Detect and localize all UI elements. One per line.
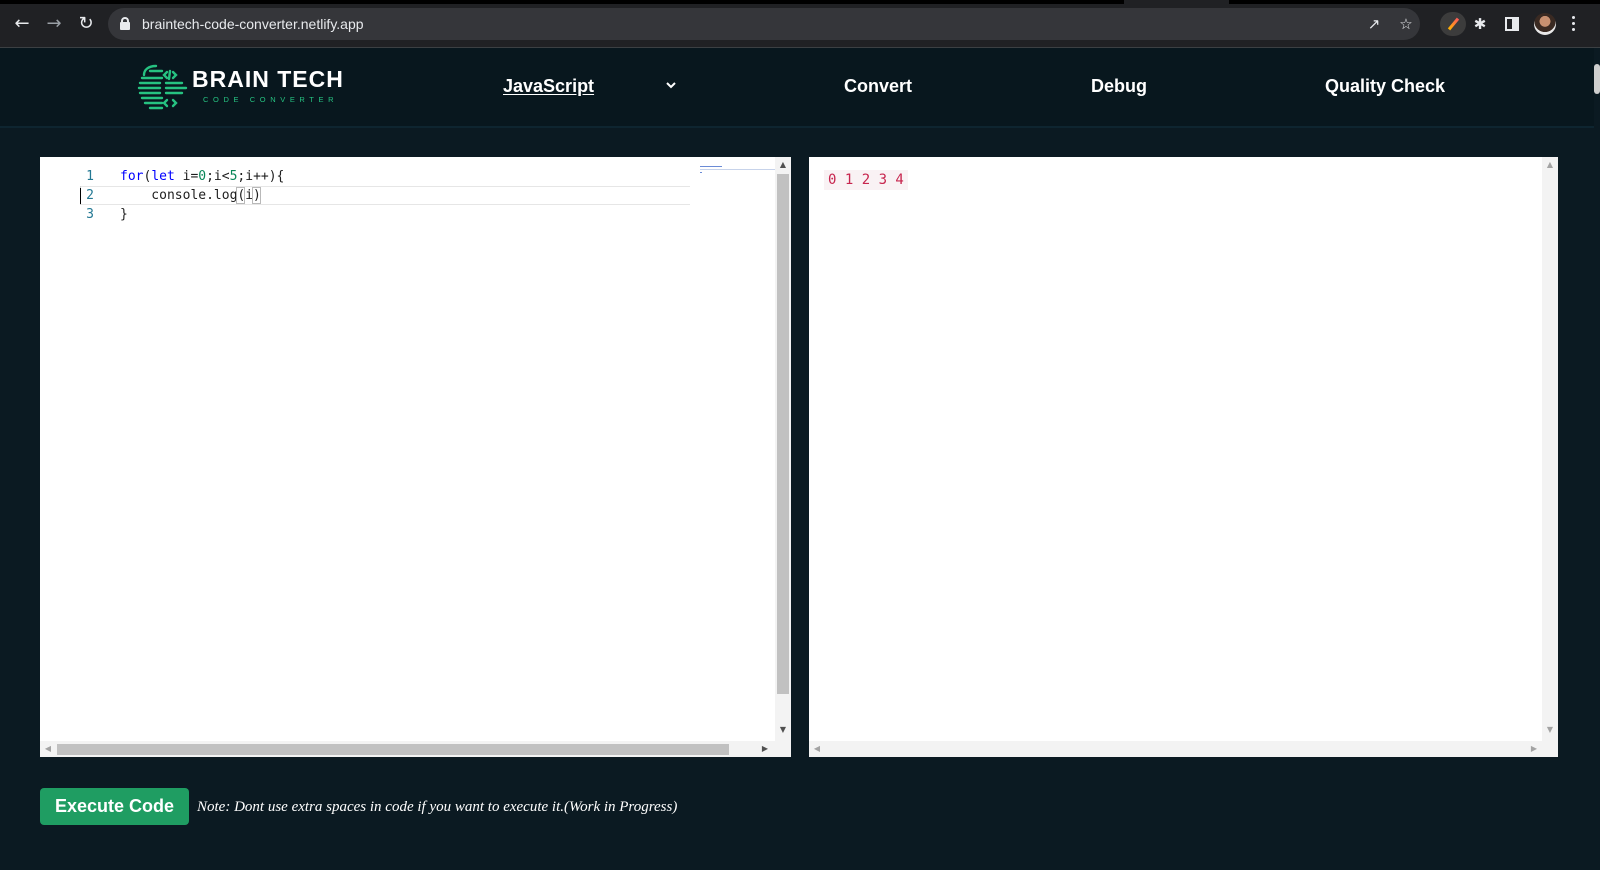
pen-extension-icon[interactable] bbox=[1440, 12, 1466, 36]
text-cursor bbox=[80, 188, 81, 204]
scroll-down-arrow-icon[interactable]: ▼ bbox=[775, 722, 791, 738]
code-line[interactable]: 2 console.log(i) bbox=[40, 186, 730, 205]
output-vertical-scrollbar[interactable] bbox=[1542, 157, 1558, 757]
active-tab-edge[interactable] bbox=[1124, 0, 1229, 4]
avatar[interactable] bbox=[1534, 13, 1556, 35]
address-bar[interactable]: braintech-code-converter.netlify.app ↗ ☆ bbox=[108, 8, 1420, 40]
execution-note: Note: Dont use extra spaces in code if y… bbox=[197, 799, 678, 815]
editor-minimap[interactable] bbox=[700, 166, 780, 174]
brain-circuit-icon bbox=[137, 64, 188, 110]
code-editor[interactable] bbox=[40, 157, 788, 757]
code-line-text[interactable]: for(let i=0;i<5;i++){ bbox=[120, 167, 284, 186]
output-text: 0 1 2 3 4 bbox=[824, 170, 908, 190]
code-line[interactable]: 1 for(let i=0;i<5;i++){ bbox=[40, 167, 730, 186]
minimap-slider[interactable] bbox=[700, 169, 776, 170]
share-icon[interactable]: ↗ bbox=[1364, 14, 1384, 34]
brand-name: BRAIN TECH bbox=[192, 66, 344, 92]
convert-link[interactable]: Convert bbox=[844, 74, 912, 98]
back-arrow-icon[interactable]: ← bbox=[10, 12, 34, 36]
code-line[interactable]: 3 } bbox=[40, 205, 730, 224]
editor-horizontal-scroll-thumb[interactable] bbox=[57, 744, 729, 755]
scroll-up-arrow-icon[interactable]: ▲ bbox=[1542, 157, 1558, 173]
line-number: 3 bbox=[86, 207, 94, 222]
code-line-text[interactable]: } bbox=[120, 205, 128, 224]
quality-check-link[interactable]: Quality Check bbox=[1325, 74, 1445, 98]
language-select[interactable]: JavaScript bbox=[503, 74, 594, 98]
browser-toolbar: ← → ↻ braintech-code-converter.netlify.a… bbox=[0, 0, 1600, 48]
brand-logo[interactable]: BRAIN TECH CODE CONVERTER bbox=[136, 62, 346, 114]
scroll-down-arrow-icon[interactable]: ▼ bbox=[1542, 722, 1558, 738]
url-text[interactable]: braintech-code-converter.netlify.app bbox=[142, 16, 364, 32]
forward-arrow-icon[interactable]: → bbox=[42, 12, 66, 36]
star-icon[interactable]: ☆ bbox=[1396, 14, 1416, 34]
puzzle-icon[interactable]: ✱ bbox=[1470, 14, 1490, 34]
page-scrollbar-thumb[interactable] bbox=[1594, 64, 1600, 94]
bracket-match-close bbox=[252, 187, 261, 204]
line-number: 1 bbox=[86, 169, 94, 184]
scroll-right-arrow-icon[interactable]: ▶ bbox=[757, 741, 773, 757]
reload-icon[interactable]: ↻ bbox=[74, 12, 98, 36]
chevron-down-icon[interactable] bbox=[664, 79, 678, 91]
scroll-right-arrow-icon[interactable]: ▶ bbox=[1526, 741, 1542, 757]
execute-code-button[interactable]: Execute Code bbox=[40, 788, 189, 825]
editor-vertical-scroll-thumb[interactable] bbox=[777, 174, 789, 694]
output-panel[interactable] bbox=[809, 157, 1558, 757]
lock-icon[interactable] bbox=[120, 17, 130, 30]
debug-link[interactable]: Debug bbox=[1091, 74, 1147, 98]
tab-strip bbox=[0, 0, 1600, 4]
scroll-left-arrow-icon[interactable]: ◀ bbox=[809, 741, 825, 757]
line-number: 2 bbox=[86, 188, 94, 203]
bracket-match-open bbox=[236, 187, 245, 204]
brand-tagline: CODE CONVERTER bbox=[203, 95, 339, 104]
scroll-up-arrow-icon[interactable]: ▲ bbox=[775, 157, 791, 173]
scroll-left-arrow-icon[interactable]: ◀ bbox=[40, 741, 56, 757]
side-panel-icon[interactable] bbox=[1505, 17, 1519, 31]
output-horizontal-scrollbar[interactable] bbox=[809, 741, 1542, 757]
kebab-menu-icon[interactable] bbox=[1572, 16, 1576, 32]
